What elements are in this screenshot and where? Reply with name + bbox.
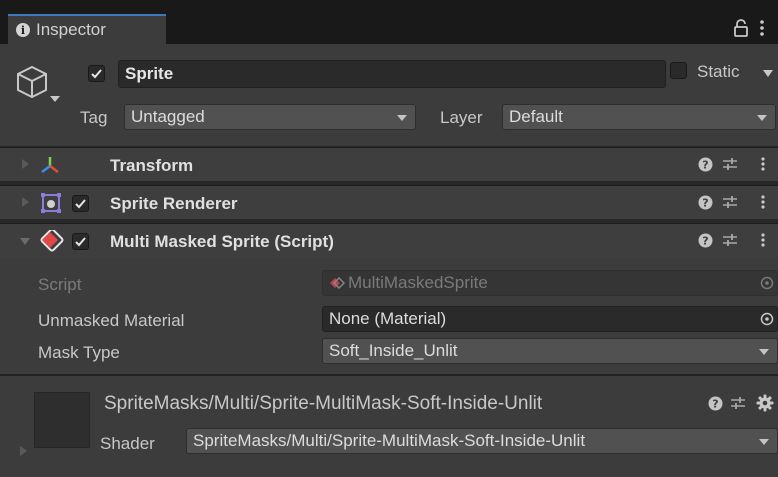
shader-value: SpriteMasks/Multi/Sprite-MultiMask-Soft-… [193,431,586,450]
transform-icon [41,157,59,173]
material-section [0,376,778,477]
fold-arrow-icon[interactable] [22,197,29,207]
script-icon [40,230,64,252]
script-field: MultiMaskedSprite [322,270,778,296]
material-name: SpriteMasks/Multi/Sprite-MultiMask-Soft-… [104,393,543,414]
component-title: Sprite Renderer [110,194,238,213]
gameobject-cube-icon[interactable] [14,64,50,100]
icon-dropdown-caret[interactable] [50,96,60,102]
info-icon: i [16,23,30,37]
sprite-renderer-icon [41,193,61,213]
kebab-menu-icon[interactable] [758,18,766,38]
mask-type-dropdown[interactable]: Soft_Inside_Unlit [322,338,778,364]
layer-label: Layer [440,108,483,127]
script-asset-icon [330,277,345,289]
gameobject-name-input[interactable]: Sprite [118,60,666,88]
script-value: MultiMaskedSprite [348,273,488,292]
checkmark-icon [75,199,86,209]
object-picker-icon[interactable] [760,312,774,326]
unmasked-material-value: None (Material) [329,309,447,328]
tag-label: Tag [80,108,108,127]
static-label: Static [697,62,740,81]
help-icon[interactable]: ? [698,233,713,248]
svg-text:?: ? [712,398,718,411]
script-enabled-checkbox[interactable] [72,233,89,250]
chevron-down-icon [397,115,407,121]
fold-arrow-icon[interactable] [22,159,29,169]
object-picker-icon [760,276,774,290]
component-menu-icon[interactable] [760,232,766,248]
help-icon[interactable]: ? [708,396,723,411]
static-dropdown-caret[interactable] [763,70,773,77]
fold-arrow-icon[interactable] [20,446,27,456]
tag-dropdown[interactable]: Untagged [124,104,416,130]
script-label: Script [38,275,82,294]
help-icon[interactable]: ? [698,195,713,210]
chevron-down-icon [757,115,767,121]
lock-icon[interactable] [734,19,748,37]
unmasked-material-field[interactable]: None (Material) [322,306,778,332]
material-preview [34,392,90,448]
component-menu-icon[interactable] [760,194,766,210]
component-title: Transform [110,156,194,175]
help-icon[interactable]: ? [698,157,713,172]
tab-inspector[interactable]: i Inspector [8,14,166,44]
mask-type-label: Mask Type [38,343,120,362]
tab-label: Inspector [36,20,106,39]
active-checkbox[interactable] [88,65,105,82]
unmasked-material-label: Unmasked Material [38,311,185,330]
svg-text:?: ? [702,197,708,210]
svg-text:?: ? [702,159,708,172]
mask-type-value: Soft_Inside_Unlit [329,341,458,360]
tag-value: Untagged [131,107,205,126]
component-menu-icon[interactable] [760,156,766,172]
preset-icon[interactable] [722,157,738,171]
chevron-down-icon [759,439,769,445]
svg-text:?: ? [702,235,708,248]
shader-label: Shader [100,434,155,453]
preset-icon[interactable] [722,195,738,209]
preset-icon[interactable] [722,233,738,247]
fold-arrow-icon[interactable] [20,238,30,245]
static-checkbox[interactable] [670,62,687,79]
shader-dropdown[interactable]: SpriteMasks/Multi/Sprite-MultiMask-Soft-… [186,428,778,454]
gear-icon[interactable] [756,394,774,412]
preset-icon[interactable] [730,396,746,410]
layer-value: Default [509,107,563,126]
component-title: Multi Masked Sprite (Script) [110,232,334,251]
layer-dropdown[interactable]: Default [502,104,776,130]
checkmark-icon [91,69,102,79]
checkmark-icon [75,237,86,247]
chevron-down-icon [759,349,769,355]
sprite-renderer-enabled-checkbox[interactable] [72,195,89,212]
